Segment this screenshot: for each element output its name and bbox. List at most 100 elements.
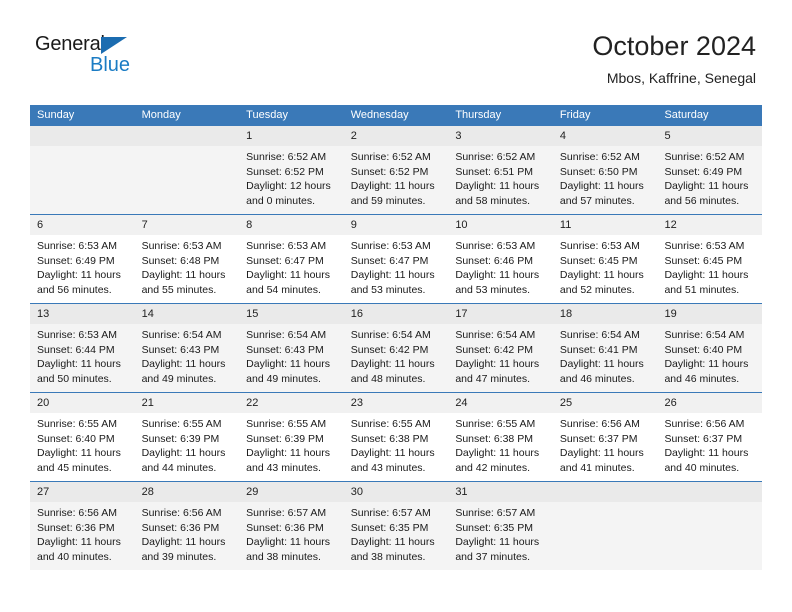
sunrise-text: Sunrise: 6:52 AM — [246, 151, 327, 163]
daylight-text: Daylight: 11 hours and 58 minutes. — [455, 180, 540, 207]
daylight-text: Daylight: 11 hours and 54 minutes. — [246, 269, 331, 296]
sunrise-text: Sunrise: 6:54 AM — [141, 329, 222, 341]
daylight-text: Daylight: 11 hours and 47 minutes. — [455, 358, 540, 385]
calendar-day-cell[interactable]: 23 Sunrise: 6:55 AM Sunset: 6:38 PM Dayligh… — [343, 393, 449, 481]
sunset-text: Sunset: 6:42 PM — [350, 343, 429, 356]
day-number: 25 — [552, 393, 658, 413]
sunset-text: Sunset: 6:38 PM — [455, 432, 533, 445]
calendar-day-cell[interactable]: 27 Sunrise: 6:56 AM Sunset: 6:36 PM Dayligh… — [30, 482, 135, 570]
logo-text-general: General — [35, 33, 105, 55]
calendar-day-cell[interactable]: 2 Sunrise: 6:52 AM Sunset: 6:52 PM Daylight… — [343, 126, 449, 214]
generalblue-logo[interactable]: General Blue — [35, 33, 155, 81]
calendar-day-cell[interactable]: 14 Sunrise: 6:54 AM Sunset: 6:43 PM Dayligh… — [134, 304, 240, 392]
sunrise-text: Sunrise: 6:55 AM — [350, 418, 431, 430]
day-details: Sunrise: 6:54 AM Sunset: 6:43 PM Daylight:… — [239, 324, 344, 386]
day-number: 20 — [30, 393, 135, 413]
sunset-text: Sunset: 6:36 PM — [37, 521, 115, 534]
day-details: Sunrise: 6:56 AM Sunset: 6:37 PM Daylight:… — [657, 413, 762, 475]
day-details: Sunrise: 6:52 AM Sunset: 6:50 PM Daylight:… — [553, 146, 658, 208]
daylight-text: Daylight: 11 hours and 43 minutes. — [246, 447, 331, 474]
calendar-day-cell[interactable]: 25 Sunrise: 6:56 AM Sunset: 6:37 PM Dayligh… — [552, 393, 658, 481]
calendar-day-cell[interactable]: 9 Sunrise: 6:53 AM Sunset: 6:47 PM Daylight… — [343, 215, 449, 303]
daylight-text: Daylight: 11 hours and 56 minutes. — [37, 269, 121, 296]
sunrise-text: Sunrise: 6:53 AM — [246, 240, 327, 252]
calendar-day-cell[interactable]: 26 Sunrise: 6:56 AM Sunset: 6:37 PM Dayligh… — [657, 393, 763, 481]
sunset-text: Sunset: 6:43 PM — [246, 343, 324, 356]
calendar-day-cell[interactable]: 31 Sunrise: 6:57 AM Sunset: 6:35 PM Dayligh… — [448, 482, 553, 570]
calendar-day-cell[interactable]: 13 Sunrise: 6:53 AM Sunset: 6:44 PM Dayligh… — [30, 304, 135, 392]
daylight-text: Daylight: 11 hours and 46 minutes. — [559, 358, 644, 385]
calendar-day-cell[interactable]: 7 Sunrise: 6:53 AM Sunset: 6:48 PM Daylight… — [134, 215, 240, 303]
daylight-text: Daylight: 11 hours and 57 minutes. — [559, 180, 644, 207]
calendar-day-cell[interactable]: 21 Sunrise: 6:55 AM Sunset: 6:39 PM Dayligh… — [134, 393, 240, 481]
calendar-day-cell[interactable]: 17 Sunrise: 6:54 AM Sunset: 6:42 PM Dayligh… — [448, 304, 553, 392]
day-number: 10 — [448, 215, 553, 235]
calendar-day-cell[interactable]: 22 Sunrise: 6:55 AM Sunset: 6:39 PM Dayligh… — [239, 393, 344, 481]
daylight-text: Daylight: 11 hours and 37 minutes. — [455, 536, 540, 563]
page-header: General Blue October 2024 Mbos, Kaffrine… — [0, 0, 792, 104]
calendar-day-cell[interactable]: 3 Sunrise: 6:52 AM Sunset: 6:51 PM Daylight… — [448, 126, 553, 214]
daylight-text: Daylight: 11 hours and 59 minutes. — [350, 180, 435, 207]
calendar-weeks: 1 Sunrise: 6:52 AM Sunset: 6:52 PM Daylight… — [30, 125, 763, 570]
day-number: 8 — [239, 215, 344, 235]
page-title: October 2024 — [592, 31, 756, 61]
calendar-day-cell[interactable]: 12 Sunrise: 6:53 AM Sunset: 6:45 PM Dayligh… — [657, 215, 763, 303]
day-details: Sunrise: 6:57 AM Sunset: 6:35 PM Daylight:… — [448, 502, 553, 564]
daylight-text: Daylight: 11 hours and 48 minutes. — [350, 358, 435, 385]
calendar-day-cell[interactable]: 28 Sunrise: 6:56 AM Sunset: 6:36 PM Dayligh… — [134, 482, 240, 570]
day-details: Sunrise: 6:53 AM Sunset: 6:47 PM Daylight:… — [344, 235, 449, 297]
sunset-text: Sunset: 6:45 PM — [559, 254, 638, 267]
day-details: Sunrise: 6:53 AM Sunset: 6:45 PM Daylight:… — [657, 235, 762, 297]
calendar-day-cell[interactable]: 6 Sunrise: 6:53 AM Sunset: 6:49 PM Daylight… — [30, 215, 135, 303]
calendar-day-cell[interactable]: 10 Sunrise: 6:53 AM Sunset: 6:46 PM Dayligh… — [448, 215, 553, 303]
day-details: Sunrise: 6:54 AM Sunset: 6:42 PM Daylight:… — [344, 324, 449, 386]
calendar-day-cell[interactable]: 29 Sunrise: 6:57 AM Sunset: 6:36 PM Dayligh… — [239, 482, 344, 570]
day-number: 19 — [657, 304, 763, 324]
day-number — [657, 482, 763, 502]
sunset-text: Sunset: 6:49 PM — [664, 165, 743, 178]
calendar-day-cell[interactable]: 24 Sunrise: 6:55 AM Sunset: 6:38 PM Dayligh… — [448, 393, 553, 481]
sunrise-text: Sunrise: 6:54 AM — [455, 329, 536, 341]
calendar-day-cell[interactable]: 8 Sunrise: 6:53 AM Sunset: 6:47 PM Daylight… — [239, 215, 344, 303]
day-details: Sunrise: 6:53 AM Sunset: 6:45 PM Daylight:… — [553, 235, 658, 297]
weekday-header-monday: Monday — [141, 109, 181, 121]
calendar-day-cell[interactable]: 19 Sunrise: 6:54 AM Sunset: 6:40 PM Dayligh… — [657, 304, 763, 392]
calendar-day-cell[interactable]: 20 Sunrise: 6:55 AM Sunset: 6:40 PM Dayligh… — [30, 393, 135, 481]
sunset-text: Sunset: 6:45 PM — [664, 254, 743, 267]
sunset-text: Sunset: 6:38 PM — [350, 432, 429, 445]
sunrise-text: Sunrise: 6:54 AM — [664, 329, 745, 341]
daylight-text: Daylight: 11 hours and 40 minutes. — [664, 447, 749, 474]
day-details: Sunrise: 6:55 AM Sunset: 6:38 PM Daylight:… — [344, 413, 449, 475]
daylight-text: Daylight: 11 hours and 49 minutes. — [246, 358, 331, 385]
sunset-text: Sunset: 6:39 PM — [246, 432, 324, 445]
sunrise-text: Sunrise: 6:57 AM — [246, 507, 327, 519]
calendar-day-cell[interactable]: 1 Sunrise: 6:52 AM Sunset: 6:52 PM Daylight… — [239, 126, 344, 214]
weekday-header-row: Sunday Monday Tuesday Wednesday Thursday… — [30, 105, 762, 125]
calendar-day-cell[interactable]: 30 Sunrise: 6:57 AM Sunset: 6:35 PM Dayligh… — [343, 482, 449, 570]
calendar-day-cell[interactable]: 15 Sunrise: 6:54 AM Sunset: 6:43 PM Dayligh… — [239, 304, 344, 392]
calendar-day-cell[interactable]: 5 Sunrise: 6:52 AM Sunset: 6:49 PM Daylight… — [657, 126, 763, 214]
sunset-text: Sunset: 6:51 PM — [455, 165, 533, 178]
day-number: 16 — [343, 304, 449, 324]
day-number: 28 — [134, 482, 240, 502]
day-details: Sunrise: 6:55 AM Sunset: 6:39 PM Daylight:… — [239, 413, 344, 475]
sunrise-text: Sunrise: 6:57 AM — [455, 507, 536, 519]
calendar-week-row: 6 Sunrise: 6:53 AM Sunset: 6:49 PM Daylight… — [30, 214, 763, 303]
weekday-header-thursday: Thursday — [455, 109, 502, 121]
calendar-day-cell[interactable]: 11 Sunrise: 6:53 AM Sunset: 6:45 PM Dayligh… — [552, 215, 658, 303]
sunset-text: Sunset: 6:50 PM — [559, 165, 638, 178]
calendar-day-cell[interactable]: 16 Sunrise: 6:54 AM Sunset: 6:42 PM Dayligh… — [343, 304, 449, 392]
daylight-text: Daylight: 11 hours and 40 minutes. — [37, 536, 121, 563]
weekday-header-wednesday: Wednesday — [350, 109, 409, 121]
daylight-text: Daylight: 11 hours and 42 minutes. — [455, 447, 540, 474]
calendar-day-cell[interactable]: 18 Sunrise: 6:54 AM Sunset: 6:41 PM Dayligh… — [552, 304, 658, 392]
day-number: 17 — [448, 304, 553, 324]
sunrise-text: Sunrise: 6:53 AM — [455, 240, 536, 252]
daylight-text: Daylight: 11 hours and 51 minutes. — [664, 269, 749, 296]
sunrise-text: Sunrise: 6:52 AM — [664, 151, 745, 163]
weekday-header-friday: Friday — [559, 109, 591, 121]
day-number: 4 — [552, 126, 658, 146]
sunset-text: Sunset: 6:47 PM — [246, 254, 324, 267]
day-details: Sunrise: 6:57 AM Sunset: 6:36 PM Daylight:… — [239, 502, 344, 564]
calendar-day-cell[interactable]: 4 Sunrise: 6:52 AM Sunset: 6:50 PM Daylight… — [552, 126, 658, 214]
